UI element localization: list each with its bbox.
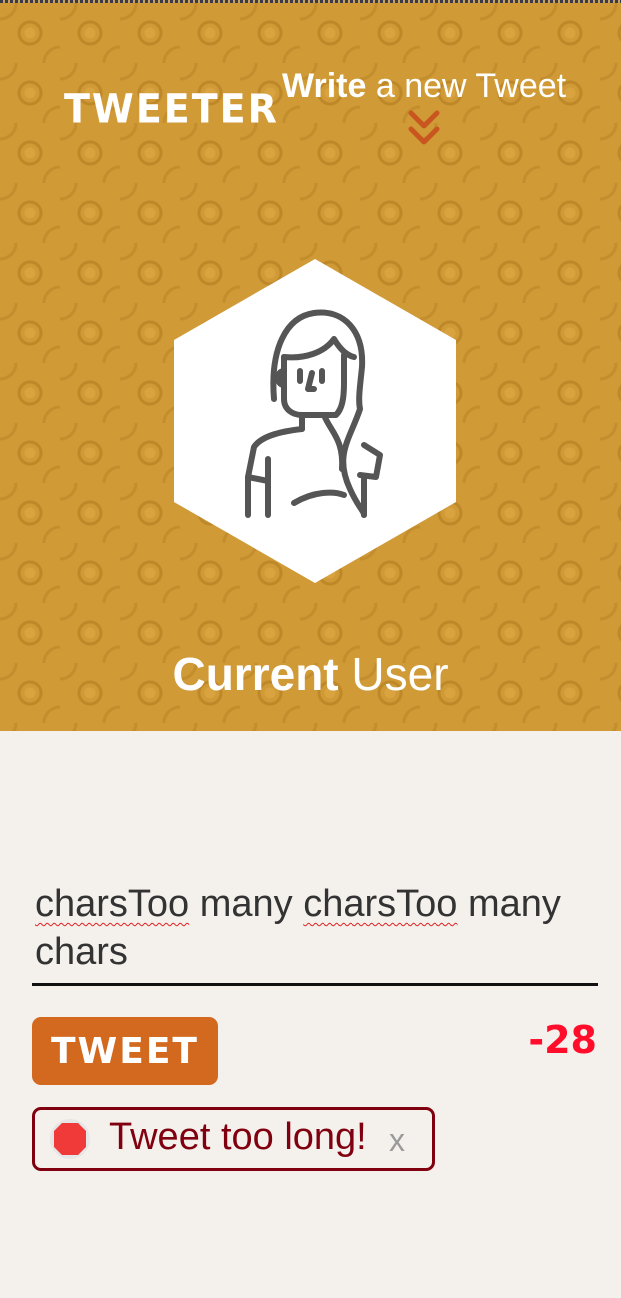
tweet-input[interactable]: charsToo many charsToo many chars [32,880,598,986]
tweet-text-misspelled-1: charsToo [35,883,190,925]
write-tweet-link-bold: Write [282,67,367,105]
profile-name: Current User [0,647,621,701]
tweet-text-misspelled-2: charsToo [303,883,458,925]
app-logo[interactable]: TWEETER [64,86,279,132]
profile-header: TWEETER Write a new Tweet Current User [0,3,621,731]
tweet-text-part-5: chars [35,931,128,973]
double-chevron-down-icon[interactable] [405,107,443,149]
tweet-input-text[interactable]: charsToo many charsToo many chars [32,880,598,976]
tweet-button[interactable]: TWEET [32,1017,218,1085]
tweet-text-part-2: many [189,883,304,925]
write-tweet-link[interactable]: Write a new Tweet [282,67,566,106]
stop-sign-icon [50,1119,90,1159]
char-counter: -28 [528,1018,597,1062]
profile-name-rest: User [338,648,449,700]
user-avatar-icon [174,259,456,583]
error-alert: Tweet too long! x [32,1107,435,1171]
write-tweet-link-rest: a new Tweet [366,67,567,105]
tweet-text-part-4: many [457,883,561,925]
close-alert-button[interactable]: x [389,1122,405,1159]
profile-name-bold: Current [172,648,339,700]
error-message: Tweet too long! [109,1116,367,1158]
